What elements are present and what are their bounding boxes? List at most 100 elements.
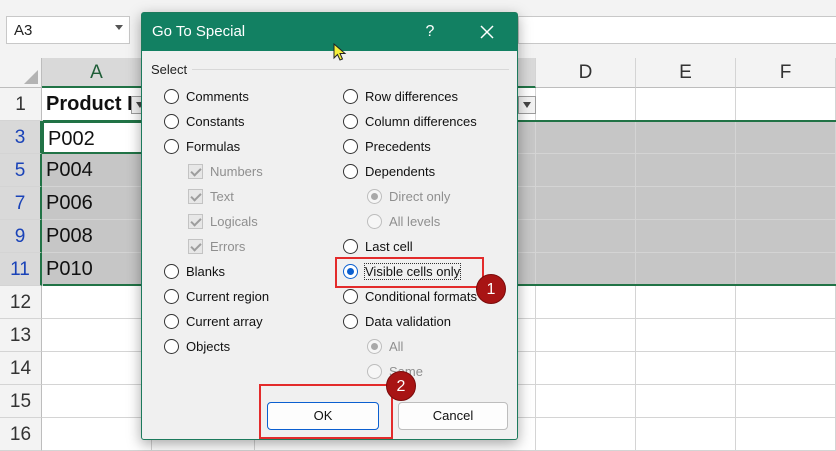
cell-d16[interactable] <box>536 418 636 451</box>
ok-button[interactable]: OK <box>267 402 379 430</box>
row-header-11[interactable]: 11 <box>0 253 42 286</box>
row-header-5[interactable]: 5 <box>0 154 42 187</box>
cell-d11[interactable] <box>536 253 636 286</box>
help-button[interactable]: ? <box>419 21 441 43</box>
row-header-9[interactable]: 9 <box>0 220 42 253</box>
radio-icon[interactable] <box>164 314 179 329</box>
cell-f11[interactable] <box>736 253 836 286</box>
option-label: Numbers <box>210 164 263 179</box>
radio-icon[interactable] <box>343 264 358 279</box>
cell-f5[interactable] <box>736 154 836 187</box>
cell-f3[interactable] <box>736 121 836 154</box>
cell-e9[interactable] <box>636 220 736 253</box>
row-header-7[interactable]: 7 <box>0 187 42 220</box>
cell-e12[interactable] <box>636 286 736 319</box>
cancel-button[interactable]: Cancel <box>398 402 508 430</box>
cell-a9[interactable]: P008 <box>42 220 152 253</box>
cell-f9[interactable] <box>736 220 836 253</box>
cell-e3[interactable] <box>636 121 736 154</box>
cell-d9[interactable] <box>536 220 636 253</box>
cell-f15[interactable] <box>736 385 836 418</box>
cell-f13[interactable] <box>736 319 836 352</box>
cell-d7[interactable] <box>536 187 636 220</box>
cell-e5[interactable] <box>636 154 736 187</box>
cell-a12[interactable] <box>42 286 152 319</box>
cell-d1[interactable] <box>536 88 636 121</box>
cell-a11[interactable]: P010 <box>42 253 152 286</box>
column-header-a[interactable]: A <box>42 58 152 88</box>
cell-d14[interactable] <box>536 352 636 385</box>
cell-f16[interactable] <box>736 418 836 451</box>
select-all-corner[interactable] <box>0 58 42 88</box>
radio-icon <box>367 364 382 379</box>
cell-e7[interactable] <box>636 187 736 220</box>
row-header-1[interactable]: 1 <box>0 88 42 121</box>
callout-badge-1: 1 <box>476 274 506 304</box>
option-label: Text <box>210 189 234 204</box>
row-header-12[interactable]: 12 <box>0 286 42 319</box>
radio-icon[interactable] <box>343 314 358 329</box>
option-label: All levels <box>389 214 441 229</box>
row-header-15[interactable]: 15 <box>0 385 42 418</box>
radio-icon[interactable] <box>164 89 179 104</box>
cell-a7[interactable]: P006 <box>42 187 152 220</box>
filter-dropdown-button[interactable] <box>518 96 536 114</box>
row-header-13[interactable]: 13 <box>0 319 42 352</box>
radio-icon[interactable] <box>343 164 358 179</box>
close-button[interactable] <box>474 19 500 45</box>
cell-a16[interactable] <box>42 418 152 451</box>
radio-icon[interactable] <box>164 264 179 279</box>
radio-icon[interactable] <box>164 114 179 129</box>
cell-f14[interactable] <box>736 352 836 385</box>
cell-e16[interactable] <box>636 418 736 451</box>
row-header-3[interactable]: 3 <box>0 121 42 154</box>
column-header-f[interactable]: F <box>736 58 836 88</box>
radio-icon[interactable] <box>343 114 358 129</box>
filter-icon <box>523 102 531 108</box>
checkbox-icon <box>188 189 203 204</box>
group-divider <box>192 69 509 70</box>
callout-badge-2: 2 <box>386 371 416 401</box>
option-label: Visible cells only <box>363 263 462 280</box>
cell-e11[interactable] <box>636 253 736 286</box>
radio-icon[interactable] <box>164 339 179 354</box>
cell-e1[interactable] <box>636 88 736 121</box>
cell-f1[interactable] <box>736 88 836 121</box>
cell-f12[interactable] <box>736 286 836 319</box>
option-label: Dependents <box>365 164 436 179</box>
radio-icon[interactable] <box>343 289 358 304</box>
radio-icon[interactable] <box>343 89 358 104</box>
name-box-dropdown-icon[interactable] <box>115 25 123 30</box>
column-header-d[interactable]: D <box>536 58 636 88</box>
formula-input[interactable] <box>518 16 836 44</box>
radio-icon[interactable] <box>164 139 179 154</box>
cell-d13[interactable] <box>536 319 636 352</box>
radio-icon[interactable] <box>343 239 358 254</box>
radio-icon[interactable] <box>164 289 179 304</box>
radio-icon <box>367 339 382 354</box>
cell-f7[interactable] <box>736 187 836 220</box>
cell-d3[interactable] <box>536 121 636 154</box>
row-header-16[interactable]: 16 <box>0 418 42 451</box>
cell-e14[interactable] <box>636 352 736 385</box>
cell-a3[interactable]: P002 <box>42 121 152 154</box>
dialog-title-bar[interactable]: Go To Special ? <box>142 13 517 51</box>
name-box[interactable]: A3 <box>6 16 130 44</box>
column-header-e[interactable]: E <box>636 58 736 88</box>
checkbox-icon <box>188 239 203 254</box>
cell-e13[interactable] <box>636 319 736 352</box>
option-label: Objects <box>186 339 231 354</box>
cell-a5[interactable]: P004 <box>42 154 152 187</box>
cell-d5[interactable] <box>536 154 636 187</box>
option-label: Data validation <box>365 314 451 329</box>
select-group-label: Select <box>151 62 188 77</box>
cell-d12[interactable] <box>536 286 636 319</box>
row-header-14[interactable]: 14 <box>0 352 42 385</box>
cell-a13[interactable] <box>42 319 152 352</box>
cell-a15[interactable] <box>42 385 152 418</box>
cell-e15[interactable] <box>636 385 736 418</box>
option-label: Row differences <box>365 89 458 104</box>
cell-a14[interactable] <box>42 352 152 385</box>
cell-d15[interactable] <box>536 385 636 418</box>
radio-icon[interactable] <box>343 139 358 154</box>
